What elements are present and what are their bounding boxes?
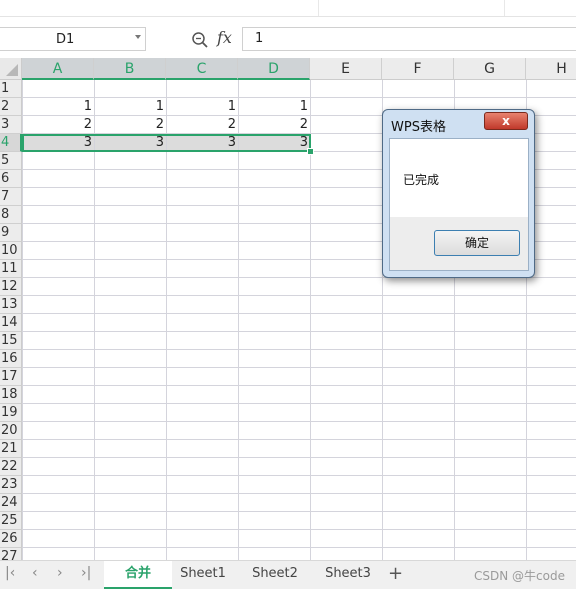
grid-row-line <box>22 475 576 476</box>
grid-row-line <box>22 529 576 530</box>
grid-column-line <box>238 80 239 560</box>
fill-handle[interactable] <box>307 148 314 155</box>
sheet-tab-bar: |‹ ‹ › ›| 合并 Sheet1 Sheet2 Sheet3 + CSDN… <box>0 560 576 589</box>
formula-input[interactable]: 1 <box>242 27 576 51</box>
row-header-27[interactable]: 27 <box>0 548 22 560</box>
grid-row-line <box>22 385 576 386</box>
next-sheet-icon[interactable]: › <box>57 565 63 581</box>
grid-row-line <box>22 331 576 332</box>
grid-row-line <box>22 313 576 314</box>
column-header-g[interactable]: G <box>454 58 526 80</box>
row-header-17[interactable]: 17 <box>0 368 22 386</box>
watermark: CSDN @牛code <box>474 569 565 583</box>
row-header-4[interactable]: 4 <box>0 134 22 152</box>
dialog-footer: 确定 <box>390 217 528 270</box>
ok-button[interactable]: 确定 <box>434 230 520 256</box>
row-header-19[interactable]: 19 <box>0 404 22 422</box>
grid-column-line <box>166 80 167 560</box>
formula-input-value: 1 <box>255 31 264 46</box>
grid-row-line <box>22 547 576 548</box>
cell-b3[interactable]: 2 <box>94 116 166 134</box>
add-sheet-button[interactable]: + <box>388 563 403 584</box>
row-header-10[interactable]: 10 <box>0 242 22 260</box>
row-header-21[interactable]: 21 <box>0 440 22 458</box>
row-header-18[interactable]: 18 <box>0 386 22 404</box>
sheet-tab-hebing[interactable]: 合并 <box>104 561 172 589</box>
top-strip-divider <box>318 0 319 16</box>
cell-c3[interactable]: 2 <box>166 116 238 134</box>
cell-a2[interactable]: 1 <box>22 98 94 116</box>
dialog-title: WPS表格 <box>391 120 446 135</box>
grid-row-line <box>22 421 576 422</box>
row-header-16[interactable]: 16 <box>0 350 22 368</box>
cell-d3[interactable]: 2 <box>238 116 310 134</box>
cell-c2[interactable]: 1 <box>166 98 238 116</box>
row-header-24[interactable]: 24 <box>0 494 22 512</box>
grid-column-line <box>22 80 23 560</box>
row-header-9[interactable]: 9 <box>0 224 22 242</box>
grid-row-line <box>22 403 576 404</box>
grid-row-line <box>22 349 576 350</box>
grid-row-line <box>22 439 576 440</box>
column-header-c[interactable]: C <box>166 58 238 80</box>
select-all-triangle-icon <box>6 64 18 76</box>
grid-column-line <box>94 80 95 560</box>
top-strip <box>0 0 576 17</box>
grid-row-line <box>22 295 576 296</box>
cell-b2[interactable]: 1 <box>94 98 166 116</box>
last-sheet-icon[interactable]: ›| <box>81 565 91 581</box>
column-header-b[interactable]: B <box>94 58 166 80</box>
row-header-13[interactable]: 13 <box>0 296 22 314</box>
row-header-6[interactable]: 6 <box>0 170 22 188</box>
prev-sheet-icon[interactable]: ‹ <box>32 565 38 581</box>
row-header-11[interactable]: 11 <box>0 260 22 278</box>
sheet-tab-sheet3[interactable]: Sheet3 <box>317 561 379 589</box>
row-header-7[interactable]: 7 <box>0 188 22 206</box>
select-all-corner[interactable] <box>0 58 22 80</box>
grid-row-line <box>22 493 576 494</box>
row-header-1[interactable]: 1 <box>0 80 22 98</box>
dialog-body: 已完成 确定 <box>389 138 529 271</box>
first-sheet-icon[interactable]: |‹ <box>5 565 15 581</box>
chevron-down-icon[interactable] <box>135 35 141 39</box>
cell-a3[interactable]: 2 <box>22 116 94 134</box>
formula-bar: D1 fx 1 <box>0 24 576 54</box>
grid-row-line <box>22 457 576 458</box>
grid-row-line <box>22 511 576 512</box>
magnifier-icon[interactable] <box>191 31 209 49</box>
column-header-h[interactable]: H <box>526 58 576 80</box>
row-header-23[interactable]: 23 <box>0 476 22 494</box>
top-strip-divider <box>504 0 505 16</box>
cell-d2[interactable]: 1 <box>238 98 310 116</box>
row-header-5[interactable]: 5 <box>0 152 22 170</box>
name-box[interactable]: D1 <box>0 27 146 51</box>
row-header-20[interactable]: 20 <box>0 422 22 440</box>
row-header-22[interactable]: 22 <box>0 458 22 476</box>
fx-icon[interactable]: fx <box>217 28 232 47</box>
name-box-value: D1 <box>56 32 75 47</box>
message-dialog: WPS表格 x 已完成 确定 <box>382 109 535 278</box>
row-header-8[interactable]: 8 <box>0 206 22 224</box>
sheet-tab-sheet2[interactable]: Sheet2 <box>244 561 306 589</box>
row-header-12[interactable]: 12 <box>0 278 22 296</box>
row-header-26[interactable]: 26 <box>0 530 22 548</box>
dialog-message: 已完成 <box>403 173 440 187</box>
sheet-tab-sheet1[interactable]: Sheet1 <box>172 561 234 589</box>
column-header-e[interactable]: E <box>310 58 382 80</box>
column-header-d[interactable]: D <box>238 58 310 80</box>
row-header-3[interactable]: 3 <box>0 116 22 134</box>
row-header-14[interactable]: 14 <box>0 314 22 332</box>
column-header-f[interactable]: F <box>382 58 454 80</box>
grid-row-line <box>22 367 576 368</box>
row-header-15[interactable]: 15 <box>0 332 22 350</box>
close-button[interactable]: x <box>484 112 528 130</box>
selection-border <box>22 134 311 152</box>
row-header-2[interactable]: 2 <box>0 98 22 116</box>
row-header-25[interactable]: 25 <box>0 512 22 530</box>
column-header-a[interactable]: A <box>22 58 94 80</box>
